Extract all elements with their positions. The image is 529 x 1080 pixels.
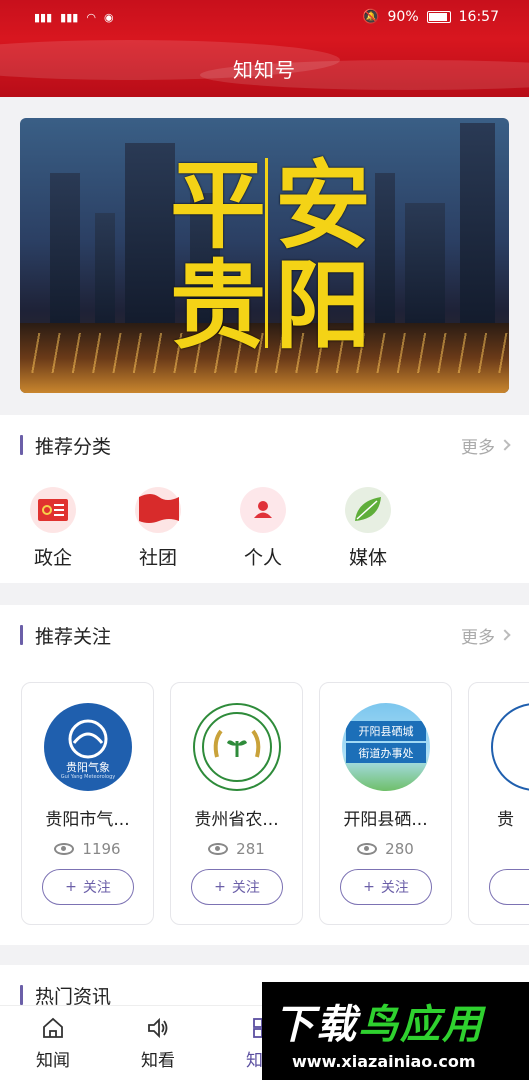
plus-icon: +	[214, 879, 226, 895]
avatar-text: 街道办事处	[346, 743, 426, 763]
avatar: 贵阳气象 Gui Yang Meteorology	[44, 703, 132, 791]
banner-char: 平	[170, 150, 266, 262]
red-flag-icon	[135, 487, 181, 533]
view-count: 1196	[22, 840, 153, 858]
avatar-text: 开阳县硒城	[346, 721, 426, 741]
watermark-url: www.xiazainiao.com	[292, 1052, 476, 1071]
avatar	[491, 703, 529, 791]
section-title: 推荐关注	[35, 625, 112, 648]
follow-card[interactable]: 贵阳气象 Gui Yang Meteorology 贵阳市气... 1196 +…	[21, 682, 154, 925]
banner-char: 安	[275, 150, 371, 262]
more-label: 更多	[461, 437, 495, 458]
signal-icon: ▮▮▮	[34, 10, 53, 24]
government-flag-icon	[30, 487, 76, 533]
follow-card[interactable]: 贵 +	[468, 682, 529, 925]
building-shape	[375, 173, 395, 333]
speaker-icon	[146, 1016, 170, 1040]
eye-icon	[357, 843, 378, 855]
view-count: 281	[171, 840, 302, 858]
tab-zhiwen[interactable]: 知闻	[23, 1016, 83, 1071]
watermark-brand-part: 下载	[274, 1002, 358, 1048]
more-link[interactable]: 更多	[461, 623, 511, 648]
view-count-value: 280	[385, 840, 414, 858]
avatar-text: 贵阳气象	[66, 761, 110, 774]
plus-icon: +	[65, 879, 77, 895]
category-item-personal[interactable]: 个人	[223, 487, 303, 570]
building-shape	[50, 173, 80, 333]
banner-image[interactable]: 平 安 贵 阳	[20, 118, 509, 393]
tab-label: 知闻	[36, 1051, 70, 1071]
avatar: 开阳县硒城 街道办事处	[342, 703, 430, 791]
building-shape	[95, 213, 115, 333]
category-label: 媒体	[348, 547, 387, 569]
category-label: 政企	[33, 547, 72, 569]
wifi-icon: ◠	[86, 10, 96, 24]
account-name: 贵	[497, 810, 514, 830]
eye-icon	[54, 843, 75, 855]
watermark-overlay: 下载鸟应用 www.xiazainiao.com	[262, 982, 529, 1080]
chevron-right-icon	[499, 439, 511, 451]
follow-card[interactable]: 开阳县硒城 街道办事处 开阳县硒... 280 + 关注	[319, 682, 452, 925]
building-shape	[405, 203, 445, 333]
status-bar: ▮▮▮ ▮▮▮ ◠ ◉ 🔕 90% 16:57	[0, 0, 529, 34]
eye-icon: ◉	[103, 10, 114, 24]
signal-icons: ▮▮▮ ▮▮▮ ◠ ◉	[34, 11, 114, 24]
avatar	[193, 703, 281, 791]
follow-label: 关注	[231, 880, 260, 896]
mute-icon: 🔕	[362, 9, 380, 25]
section-accent-bar	[20, 435, 23, 455]
avatar-subtext: Gui Yang Meteorology	[60, 774, 116, 780]
view-count: 280	[320, 840, 451, 858]
account-name: 贵阳市气...	[45, 810, 130, 830]
follow-label: 关注	[380, 880, 409, 896]
eye-icon	[208, 843, 229, 855]
watermark-brand-part: 鸟应用	[358, 1002, 484, 1048]
category-list: 政企 社团 个人 媒体	[0, 487, 529, 587]
follow-button[interactable]: + 关注	[340, 869, 432, 905]
recommend-categories-section: 推荐分类 更多 政企 社团 个人 媒体	[0, 415, 529, 583]
follow-button[interactable]: + 关注	[42, 869, 134, 905]
category-label: 社团	[138, 547, 177, 569]
account-name: 贵州省农...	[194, 810, 279, 830]
leaf-icon	[345, 487, 391, 533]
person-icon	[240, 487, 286, 533]
category-item-club[interactable]: 社团	[118, 487, 198, 570]
section-accent-bar	[20, 985, 23, 1005]
follow-label: 关注	[82, 880, 111, 896]
section-accent-bar	[20, 625, 23, 645]
view-count-value: 281	[236, 840, 265, 858]
watermark-brand: 下载鸟应用	[274, 992, 484, 1050]
banner-char: 贵	[170, 250, 266, 362]
section-header: 推荐关注 更多	[0, 605, 529, 665]
page-title: 知知号	[233, 58, 296, 82]
section-header: 推荐分类 更多	[0, 415, 529, 475]
banner-char: 阳	[275, 250, 371, 362]
recommend-follow-section: 推荐关注 更多 贵阳气象 Gui Yang Meteorology 贵阳市气..…	[0, 605, 529, 945]
more-label: 更多	[461, 627, 495, 648]
view-count-value: 1196	[82, 840, 121, 858]
follow-card[interactable]: 贵州省农... 281 + 关注	[170, 682, 303, 925]
battery-icon	[426, 11, 451, 23]
building-shape	[460, 123, 495, 333]
home-icon	[41, 1016, 65, 1040]
clock: 16:57	[458, 9, 499, 25]
category-item-media[interactable]: 媒体	[328, 487, 408, 570]
follow-button[interactable]: + 关注	[191, 869, 283, 905]
app-header: ▮▮▮ ▮▮▮ ◠ ◉ 🔕 90% 16:57 知知号	[0, 0, 529, 97]
plus-icon: +	[363, 879, 375, 895]
follow-button[interactable]: +	[489, 869, 529, 905]
signal-icon: ▮▮▮	[60, 10, 79, 24]
building-shape	[125, 143, 175, 333]
follow-card-list[interactable]: 贵阳气象 Gui Yang Meteorology 贵阳市气... 1196 +…	[0, 677, 529, 927]
category-item-government[interactable]: 政企	[13, 487, 93, 570]
category-label: 个人	[243, 547, 282, 569]
account-name: 开阳县硒...	[343, 810, 428, 830]
section-title: 推荐分类	[35, 435, 112, 458]
tab-zhikan[interactable]: 知看	[128, 1016, 188, 1071]
battery-level: 90%	[387, 9, 419, 25]
tab-label: 知看	[141, 1051, 175, 1071]
chevron-right-icon	[499, 629, 511, 641]
more-link[interactable]: 更多	[461, 433, 511, 458]
